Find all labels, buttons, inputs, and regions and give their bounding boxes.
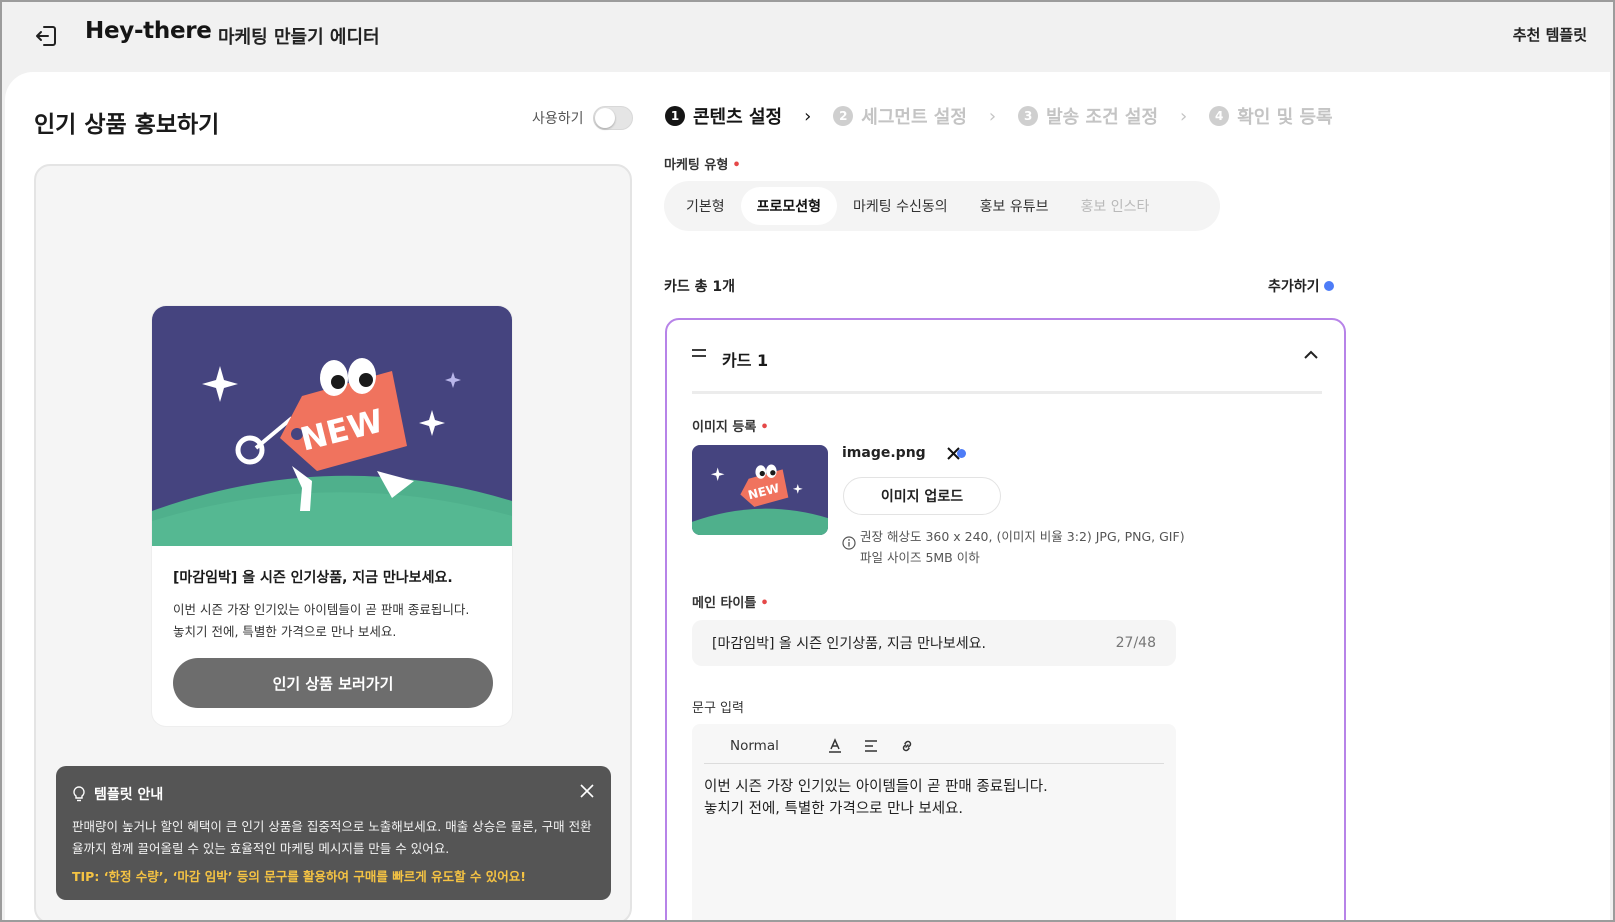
exit-icon[interactable] bbox=[32, 22, 60, 50]
add-card-button[interactable]: 추가하기 bbox=[1268, 276, 1335, 296]
blue-dot-icon bbox=[957, 449, 966, 458]
tip-body: 판매량이 높거나 할인 혜택이 큰 인기 상품을 집중적으로 노출해보세요. 매… bbox=[72, 819, 592, 856]
tab-marketing-consent[interactable]: 마케팅 수신동의 bbox=[837, 187, 964, 225]
step-progress: 1 콘텐츠 설정 › 2 세그먼트 설정 › 3 발송 조건 설정 › 4 확인… bbox=[665, 103, 1333, 129]
text-color-icon[interactable] bbox=[827, 737, 843, 754]
marketing-type-label: 마케팅 유형 • bbox=[664, 158, 741, 173]
step-content-settings[interactable]: 1 콘텐츠 설정 bbox=[665, 103, 782, 129]
drag-handle-icon[interactable] bbox=[691, 348, 707, 358]
editor-toolbar: Normal bbox=[704, 728, 1164, 764]
link-icon[interactable] bbox=[899, 738, 915, 754]
brand-logo: Hey-there bbox=[85, 18, 212, 44]
top-header: Hey-there 마케팅 만들기 에디터 추천 템플릿 bbox=[0, 0, 1615, 72]
preview-card-title: [마감임박] 올 시즌 인기상품, 지금 만나보세요. bbox=[173, 570, 453, 586]
tip-title: 템플릿 안내 bbox=[94, 787, 164, 803]
card-preview: NEW [마감임박] 올 시즌 인기상품, 지금 만나보세요. 이번 시즌 가장… bbox=[152, 306, 512, 726]
preview-card-desc: 이번 시즌 가장 인기있는 아이템들이 곧 판매 종료됩니다. 놓치기 전에, … bbox=[173, 602, 470, 639]
image-upload-button[interactable]: 이미지 업로드 bbox=[843, 477, 1001, 515]
step-label: 콘텐츠 설정 bbox=[693, 107, 783, 128]
step-label: 발송 조건 설정 bbox=[1046, 107, 1159, 128]
upload-hint: 권장 해상도 360 x 240, (이미지 비율 3:2) JPG, PNG,… bbox=[860, 529, 1185, 565]
new-tag-illustration: NEW bbox=[152, 306, 512, 546]
card-editor: 카드 1 이미지 등록 • NEW image.png 이미지 업로드 권장 해상… bbox=[665, 318, 1346, 922]
editor-subtitle: 마케팅 만들기 에디터 bbox=[218, 27, 380, 48]
use-toggle[interactable] bbox=[593, 106, 633, 130]
step-number: 1 bbox=[665, 106, 685, 126]
marketing-type-tabs: 기본형 프로모션형 마케팅 수신동의 홍보 유튜브 홍보 인스타 bbox=[664, 181, 1220, 231]
template-title: 인기 상품 홍보하기 bbox=[34, 112, 220, 138]
chevron-right-icon: › bbox=[988, 105, 997, 127]
toggle-knob bbox=[595, 108, 615, 128]
cards-count: 카드 총 1개 bbox=[664, 279, 736, 295]
add-card-label: 추가하기 bbox=[1268, 279, 1320, 295]
image-thumbnail: NEW bbox=[692, 445, 828, 535]
chevron-right-icon: › bbox=[804, 105, 812, 127]
format-select[interactable]: Normal bbox=[730, 738, 779, 754]
image-register-label: 이미지 등록 • bbox=[692, 420, 769, 435]
editor-content: 이번 시즌 가장 인기있는 아이템들이 곧 판매 종료됩니다. 놓치기 전에, … bbox=[704, 779, 1048, 817]
step-number: 2 bbox=[833, 106, 854, 126]
step-confirm-register[interactable]: 4 확인 및 등록 bbox=[1209, 103, 1333, 129]
rich-text-editor[interactable]: Normal 이번 시즌 가장 인기있는 아이템들이 곧 판매 종료됩니다. 놓… bbox=[692, 724, 1176, 922]
info-icon bbox=[842, 536, 856, 550]
step-number: 3 bbox=[1018, 106, 1039, 126]
lightbulb-icon bbox=[73, 786, 85, 802]
step-send-conditions[interactable]: 3 발송 조건 설정 bbox=[1018, 103, 1158, 129]
card-name: 카드 1 bbox=[722, 351, 769, 370]
preview-cta-button[interactable]: 인기 상품 보러가기 bbox=[173, 658, 493, 708]
tip-highlight: TIP: ‘한정 수량’, ‘마감 임박’ 등의 문구를 활용하여 구매를 빠르… bbox=[72, 869, 527, 884]
tab-promo-instagram: 홍보 인스타 bbox=[1080, 199, 1150, 215]
chevron-right-icon: › bbox=[1180, 105, 1188, 127]
tab-promotion[interactable]: 프로모션형 bbox=[740, 187, 838, 225]
blue-dot-icon bbox=[1324, 281, 1335, 291]
tab-basic[interactable]: 기본형 bbox=[670, 187, 741, 225]
use-toggle-label: 사용하기 bbox=[532, 111, 584, 127]
step-label: 확인 및 등록 bbox=[1237, 107, 1333, 128]
tip-header: 템플릿 안내 bbox=[72, 784, 163, 804]
recommended-templates-link[interactable]: 추천 템플릿 bbox=[1513, 24, 1587, 45]
step-label: 세그먼트 설정 bbox=[861, 107, 967, 128]
main-title-value: [마감임박] 올 시즌 인기상품, 지금 만나보세요. bbox=[712, 636, 986, 652]
step-number: 4 bbox=[1209, 106, 1230, 126]
text-input-label: 문구 입력 bbox=[692, 701, 744, 716]
chevron-up-icon[interactable] bbox=[1300, 344, 1322, 366]
file-name: image.png bbox=[842, 445, 926, 461]
align-icon[interactable] bbox=[863, 738, 879, 754]
step-segment-settings[interactable]: 2 세그먼트 설정 bbox=[833, 103, 967, 129]
template-tip-box: 템플릿 안내 판매량이 높거나 할인 혜택이 큰 인기 상품을 집중적으로 노출… bbox=[56, 766, 611, 900]
main-title-label: 메인 타이틀 • bbox=[692, 596, 769, 611]
divider bbox=[692, 391, 1322, 394]
main-title-input[interactable]: [마감임박] 올 시즌 인기상품, 지금 만나보세요. 27/48 bbox=[692, 620, 1176, 666]
close-icon[interactable] bbox=[577, 781, 597, 801]
char-counter: 27/48 bbox=[1115, 635, 1156, 651]
tab-promo-youtube[interactable]: 홍보 유튜브 bbox=[964, 187, 1065, 225]
